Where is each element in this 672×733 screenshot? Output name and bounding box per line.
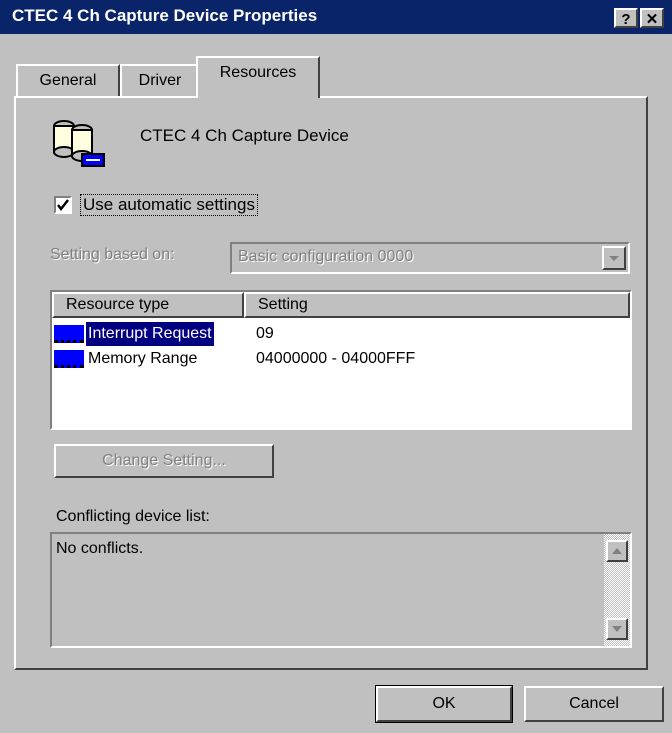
dropdown-button[interactable] bbox=[602, 246, 626, 270]
hardware-chip-icon bbox=[54, 325, 84, 343]
resources-list[interactable]: Resource type Setting Interrupt Request … bbox=[50, 290, 632, 430]
conflicts-scrollbar[interactable] bbox=[604, 534, 630, 646]
table-row[interactable]: Interrupt Request 09 bbox=[52, 322, 628, 346]
close-button[interactable]: ✕ bbox=[640, 8, 664, 28]
window-title: CTEC 4 Ch Capture Device Properties bbox=[12, 6, 318, 25]
table-row[interactable]: Memory Range 04000000 - 04000FFF bbox=[52, 347, 628, 371]
device-name: CTEC 4 Ch Capture Device bbox=[140, 126, 349, 145]
capture-device-icon bbox=[46, 114, 110, 170]
scroll-down-button[interactable] bbox=[606, 618, 628, 640]
ok-button[interactable]: OK bbox=[375, 685, 513, 723]
tab-driver[interactable]: Driver bbox=[120, 64, 200, 96]
resources-panel: CTEC 4 Ch Capture Device Use automatic s… bbox=[14, 96, 648, 670]
checkmark-icon bbox=[57, 199, 69, 212]
scroll-up-button[interactable] bbox=[606, 540, 628, 562]
setting-based-on-select[interactable]: Basic configuration 0000 bbox=[230, 242, 630, 274]
setting-based-on-value: Basic configuration 0000 bbox=[238, 248, 414, 265]
change-setting-button[interactable]: Change Setting... bbox=[54, 444, 274, 478]
column-header-setting[interactable]: Setting bbox=[244, 292, 630, 318]
help-button[interactable]: ? bbox=[614, 8, 638, 28]
chevron-down-icon bbox=[609, 256, 619, 261]
column-header-resource-type[interactable]: Resource type bbox=[52, 292, 244, 318]
conflicts-text: No conflicts. bbox=[56, 540, 144, 557]
tab-general[interactable]: General bbox=[16, 64, 120, 96]
title-bar[interactable]: CTEC 4 Ch Capture Device Properties ? ✕ bbox=[0, 0, 672, 34]
row-setting: 04000000 - 04000FFF bbox=[256, 350, 416, 367]
conflicts-label: Conflicting device list: bbox=[56, 508, 210, 525]
row-setting: 09 bbox=[256, 325, 274, 342]
row-type: Memory Range bbox=[88, 350, 198, 367]
auto-settings-label[interactable]: Use automatic settings bbox=[80, 194, 258, 216]
cancel-button[interactable]: Cancel bbox=[524, 686, 664, 722]
auto-settings-label-text: Use automatic settings bbox=[83, 195, 255, 214]
tab-resources[interactable]: Resources bbox=[196, 56, 320, 98]
hardware-chip-icon bbox=[54, 350, 84, 368]
setting-based-on-label: Setting based on: bbox=[50, 246, 175, 263]
arrow-down-icon bbox=[612, 626, 622, 632]
row-type: Interrupt Request bbox=[86, 322, 214, 346]
conflicts-textbox[interactable]: No conflicts. bbox=[50, 532, 632, 648]
auto-settings-checkbox[interactable] bbox=[54, 196, 72, 214]
properties-dialog: CTEC 4 Ch Capture Device Properties ? ✕ … bbox=[0, 0, 672, 733]
arrow-up-icon bbox=[612, 548, 622, 554]
